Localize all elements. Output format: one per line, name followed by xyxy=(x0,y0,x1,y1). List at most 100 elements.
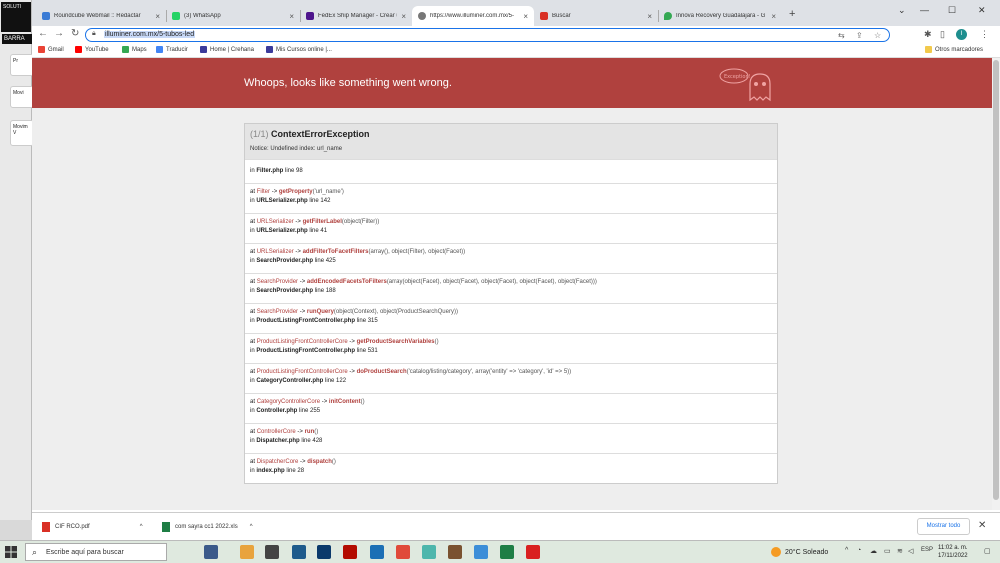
bookmark-traducir[interactable]: Traducir xyxy=(156,46,188,53)
chevron-up-icon[interactable]: ^ xyxy=(845,547,848,554)
bookmark-mis-cursos[interactable]: Mis Cursos online |... xyxy=(266,46,332,53)
chrome-icon[interactable] xyxy=(370,545,384,559)
show-all-downloads-button[interactable]: Mostrar todo xyxy=(917,518,970,535)
close-icon[interactable]: × xyxy=(289,12,294,21)
frame-in-label: in xyxy=(250,168,255,174)
excel-icon[interactable] xyxy=(500,545,514,559)
profile-avatar[interactable]: I xyxy=(956,29,967,40)
frame-class: SearchProvider xyxy=(256,309,299,315)
kebab-menu-icon[interactable]: ⋮ xyxy=(980,29,989,40)
frame-args: ('catalog/listing/category', array('enti… xyxy=(406,369,572,375)
download-item-xls[interactable]: com sayra cc1 2022.xls ^ xyxy=(162,522,253,532)
translate-icon[interactable]: ⇆ xyxy=(838,31,845,40)
tab-buscar[interactable]: Buscar × xyxy=(534,6,658,26)
forward-arrow-icon[interactable]: → xyxy=(54,28,64,39)
tab-innova[interactable]: Innova Recovery Guadalajara - G × xyxy=(658,6,782,26)
frame-location: in Filter.php line 98 xyxy=(250,167,772,176)
bookmark-star-icon[interactable]: ☆ xyxy=(874,31,881,40)
bookmark-gmail[interactable]: Gmail xyxy=(38,46,64,53)
extensions-icon[interactable]: ✱ xyxy=(924,29,932,40)
close-icon[interactable]: × xyxy=(401,12,406,21)
frame-file: ProductListingFrontController.php xyxy=(256,318,356,324)
new-tab-button[interactable]: + xyxy=(789,8,795,20)
tab-title: FedEx Ship Manager - Crear un e xyxy=(318,13,397,19)
tab-illuminer[interactable]: https://www.illuminer.com.mx/5- × xyxy=(412,6,534,26)
frame-location: in Dispatcher.php line 428 xyxy=(250,437,772,446)
photoshop-icon[interactable] xyxy=(292,545,306,559)
close-icon[interactable]: × xyxy=(523,12,528,21)
taskview-icon[interactable] xyxy=(204,545,218,559)
outlook-icon[interactable] xyxy=(474,545,488,559)
app-icon[interactable] xyxy=(448,545,462,559)
bookmark-youtube[interactable]: YouTube xyxy=(75,46,109,53)
reload-icon[interactable]: ↻ xyxy=(71,28,79,39)
windows-start-icon[interactable] xyxy=(4,545,18,559)
bookmark-other[interactable]: Otros marcadores xyxy=(925,46,983,53)
frame-call: at URLSerializer -> addFilterToFacetFilt… xyxy=(250,248,772,257)
frame-line-number: 531 xyxy=(367,348,378,354)
acrobat-icon[interactable] xyxy=(526,545,540,559)
background-app-button-3[interactable]: Movim V xyxy=(10,120,34,146)
share-icon[interactable]: ⇪ xyxy=(856,31,863,40)
edge-icon[interactable] xyxy=(396,545,410,559)
libre-icon[interactable] xyxy=(422,545,436,559)
tab-roundcube[interactable]: Roundcube Webmail :: Redactar × xyxy=(36,6,166,26)
background-app-button-1[interactable]: Pr xyxy=(10,54,34,76)
back-arrow-icon[interactable]: ← xyxy=(38,28,48,39)
chevron-up-icon[interactable]: ^ xyxy=(250,524,253,530)
minimize-button[interactable]: — xyxy=(920,5,929,15)
chevron-down-icon[interactable]: ⌄ xyxy=(898,5,906,16)
close-icon[interactable]: × xyxy=(647,12,652,21)
chevron-up-icon[interactable]: ^ xyxy=(140,524,143,530)
frame-line-number: 142 xyxy=(320,198,331,204)
frame-line-number: 188 xyxy=(325,288,336,294)
store-icon[interactable] xyxy=(265,545,279,559)
frame-args: (array(), object(Filter), object(Facet)) xyxy=(368,249,466,255)
illustrator-icon[interactable] xyxy=(317,545,331,559)
tab-whatsapp[interactable]: (3) WhatsApp × xyxy=(166,6,300,26)
download-item-pdf[interactable]: CIF RCO.pdf ^ xyxy=(42,522,143,532)
close-icon[interactable]: × xyxy=(155,12,160,21)
maximize-button[interactable]: ☐ xyxy=(948,5,956,16)
close-window-button[interactable]: ✕ xyxy=(978,5,986,16)
frame-class: ProductListingFrontControllerCore xyxy=(256,369,348,375)
wifi-icon[interactable]: ≋ xyxy=(897,547,903,555)
background-app-button-2[interactable]: Movi xyxy=(10,86,34,108)
url-text[interactable]: illuminer.com.mx/5-tubos-led xyxy=(104,31,196,38)
bookmark-label: Otros marcadores xyxy=(935,46,984,53)
frame-call: at ProductListingFrontControllerCore -> … xyxy=(250,338,772,347)
scrollbar[interactable] xyxy=(992,58,1000,510)
roundcube-icon xyxy=(42,12,50,20)
volume-icon[interactable]: ◁ xyxy=(908,547,913,555)
bookmark-crehana[interactable]: Home | Crehana xyxy=(200,46,254,53)
cloud-icon[interactable]: ☁ xyxy=(870,547,877,555)
language-indicator[interactable]: ESP xyxy=(921,547,933,553)
office-icon[interactable] xyxy=(343,545,357,559)
frame-call: at URLSerializer -> getFilterLabel(objec… xyxy=(250,218,772,227)
clock[interactable]: 11:02 a. m. 17/11/2022 xyxy=(938,544,968,560)
weather-widget[interactable]: 20°C Soleado xyxy=(771,547,828,557)
download-name: CIF RCO.pdf xyxy=(55,524,90,530)
bookmark-maps[interactable]: Maps xyxy=(122,46,147,53)
tab-fedex[interactable]: FedEx Ship Manager - Crear un e × xyxy=(300,6,412,26)
exception-panel: (1/1) ContextErrorException Notice: Unde… xyxy=(244,123,778,484)
exception-header: (1/1) ContextErrorException Notice: Unde… xyxy=(245,124,777,159)
notifications-icon[interactable]: ▢ xyxy=(984,547,991,555)
taskbar-search-input[interactable]: ⌕ Escribe aquí para buscar xyxy=(25,543,167,561)
address-bar[interactable]: 🔒︎ illuminer.com.mx/5-tubos-led ⇆ ⇪ ☆ xyxy=(85,28,890,42)
frame-call: at CategoryControllerCore -> initContent… xyxy=(250,398,772,407)
frame-method: dispatch xyxy=(307,459,332,465)
network-icon[interactable]: ◔ xyxy=(857,547,861,554)
battery-icon[interactable]: ▭ xyxy=(884,547,891,555)
exception-count: (1/1) xyxy=(250,129,269,139)
close-icon[interactable]: × xyxy=(771,12,776,21)
side-panel-icon[interactable]: ▯ xyxy=(940,29,945,40)
bookmark-label: Traducir xyxy=(166,46,188,53)
file-explorer-icon[interactable] xyxy=(240,545,254,559)
frame-class: ControllerCore xyxy=(256,429,296,435)
scrollbar-thumb[interactable] xyxy=(993,60,999,500)
close-icon[interactable]: ✕ xyxy=(978,520,986,531)
browser-window: Roundcube Webmail :: Redactar × (3) What… xyxy=(32,0,1000,520)
frame-location: in URLSerializer.php line 142 xyxy=(250,197,772,206)
background-app-barra: BARRA xyxy=(2,34,32,44)
